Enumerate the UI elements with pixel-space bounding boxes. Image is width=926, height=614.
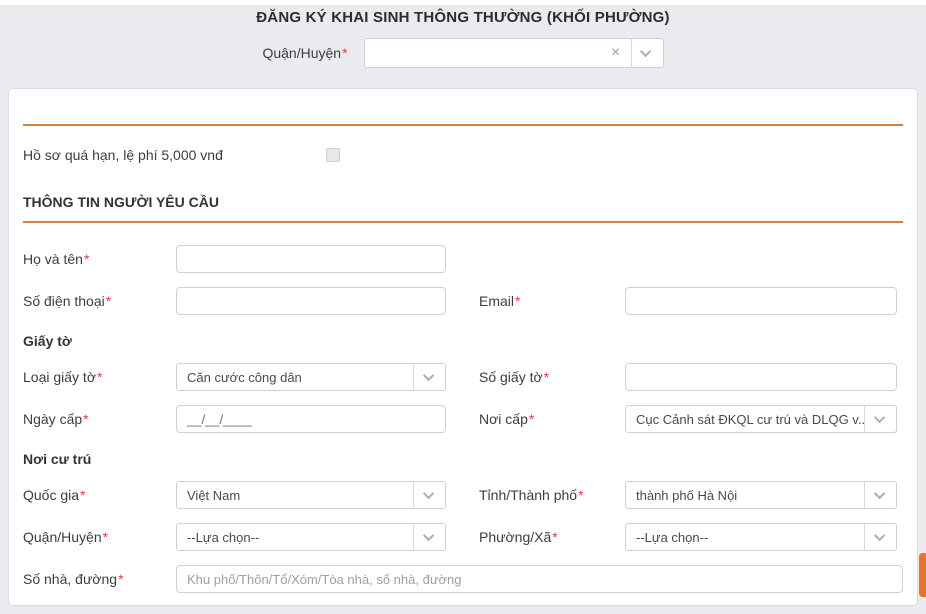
header-district-label: Quận/Huyện* — [262, 45, 347, 61]
dropdown-toggle[interactable] — [864, 406, 896, 432]
row-country-province: Quốc gia* Việt Nam Tỉnh/Thành phố* thành… — [23, 481, 903, 509]
section-title-requester: THÔNG TIN NGƯỜI YÊU CẦU — [23, 194, 903, 223]
required-asterisk: * — [544, 369, 549, 385]
chevron-down-icon — [422, 370, 433, 381]
chevron-down-icon — [873, 488, 884, 499]
country-select[interactable]: Việt Nam — [176, 481, 446, 509]
full-name-input[interactable] — [176, 245, 446, 273]
dropdown-toggle[interactable] — [864, 524, 896, 550]
phone-label: Số điện thoại* — [23, 293, 176, 309]
required-asterisk: * — [103, 529, 108, 545]
required-asterisk: * — [578, 487, 583, 503]
email-label: Email* — [479, 293, 625, 309]
row-issue-date-place: Ngày cấp* Nơi cấp* Cục Cảnh sát ĐKQL cư … — [23, 405, 903, 433]
row-full-name: Họ và tên* — [23, 245, 903, 273]
district-label: Quận/Huyện* — [23, 529, 176, 545]
required-asterisk: * — [515, 293, 520, 309]
ward-select-value: --Lựa chọn-- — [626, 524, 864, 550]
doc-number-input[interactable] — [625, 363, 897, 391]
email-input[interactable] — [625, 287, 897, 315]
district-select-value: --Lựa chọn-- — [177, 524, 413, 550]
floating-button-fragment[interactable] — [919, 553, 926, 597]
issue-place-select[interactable]: Cục Cảnh sát ĐKQL cư trú và DLQG v... — [625, 405, 897, 433]
overdue-fee-label: Hồ sơ quá hạn, lệ phí 5,000 vnđ — [23, 147, 326, 163]
required-asterisk: * — [83, 411, 88, 427]
overdue-fee-checkbox[interactable] — [326, 148, 340, 162]
row-street: Số nhà, đường* — [23, 565, 903, 593]
issue-date-input[interactable] — [176, 405, 446, 433]
required-asterisk: * — [529, 411, 534, 427]
dropdown-toggle[interactable] — [413, 364, 445, 390]
street-label: Số nhà, đường* — [23, 571, 176, 587]
doc-type-label: Loại giấy tờ* — [23, 369, 176, 385]
header-district-select[interactable]: × — [364, 38, 664, 68]
province-label: Tỉnh/Thành phố* — [479, 487, 625, 503]
chevron-down-icon — [422, 530, 433, 541]
row-district-ward: Quận/Huyện* --Lựa chọn-- Phường/Xã* --Lự… — [23, 523, 903, 551]
dropdown-toggle[interactable] — [413, 482, 445, 508]
row-phone-email: Số điện thoại* Email* — [23, 287, 903, 315]
required-asterisk: * — [552, 529, 557, 545]
subhead-documents: Giấy tờ — [23, 333, 903, 349]
dropdown-toggle[interactable] — [413, 524, 445, 550]
orange-divider — [23, 124, 903, 126]
ward-label: Phường/Xã* — [479, 529, 625, 545]
province-select[interactable]: thành phố Hà Nội — [625, 481, 897, 509]
header-district-select-value — [365, 39, 601, 67]
required-asterisk: * — [80, 487, 85, 503]
street-input[interactable] — [176, 565, 903, 593]
dropdown-toggle[interactable] — [864, 482, 896, 508]
required-asterisk: * — [97, 369, 102, 385]
required-asterisk: * — [342, 45, 347, 61]
overdue-fee-row: Hồ sơ quá hạn, lệ phí 5,000 vnđ — [23, 147, 903, 163]
doc-number-label: Số giấy tờ* — [479, 369, 625, 385]
district-select[interactable]: --Lựa chọn-- — [176, 523, 446, 551]
issue-date-label: Ngày cấp* — [23, 411, 176, 427]
doc-type-select[interactable]: Căn cước công dân — [176, 363, 446, 391]
ward-select[interactable]: --Lựa chọn-- — [625, 523, 897, 551]
clear-icon[interactable]: × — [601, 39, 631, 67]
chevron-down-icon — [873, 412, 884, 423]
phone-input[interactable] — [176, 287, 446, 315]
row-doc-type-number: Loại giấy tờ* Căn cước công dân Số giấy … — [23, 363, 903, 391]
doc-type-select-value: Căn cước công dân — [177, 364, 413, 390]
subhead-residence: Nơi cư trú — [23, 451, 903, 467]
chevron-down-icon — [640, 46, 651, 57]
required-asterisk: * — [84, 251, 89, 267]
header-district-row: Quận/Huyện* × — [0, 38, 926, 68]
page-title: ĐĂNG KÝ KHAI SINH THÔNG THƯỜNG (KHỐI PHƯ… — [0, 5, 926, 26]
country-select-value: Việt Nam — [177, 482, 413, 508]
province-select-value: thành phố Hà Nội — [626, 482, 864, 508]
issue-place-label: Nơi cấp* — [479, 411, 625, 427]
dropdown-toggle[interactable] — [631, 39, 663, 67]
required-asterisk: * — [118, 571, 123, 587]
full-name-label: Họ và tên* — [23, 251, 176, 267]
form-card: Hồ sơ quá hạn, lệ phí 5,000 vnđ THÔNG TI… — [8, 88, 918, 606]
issue-place-select-value: Cục Cảnh sát ĐKQL cư trú và DLQG v... — [626, 406, 864, 432]
country-label: Quốc gia* — [23, 487, 176, 503]
required-asterisk: * — [106, 293, 111, 309]
chevron-down-icon — [873, 530, 884, 541]
chevron-down-icon — [422, 488, 433, 499]
